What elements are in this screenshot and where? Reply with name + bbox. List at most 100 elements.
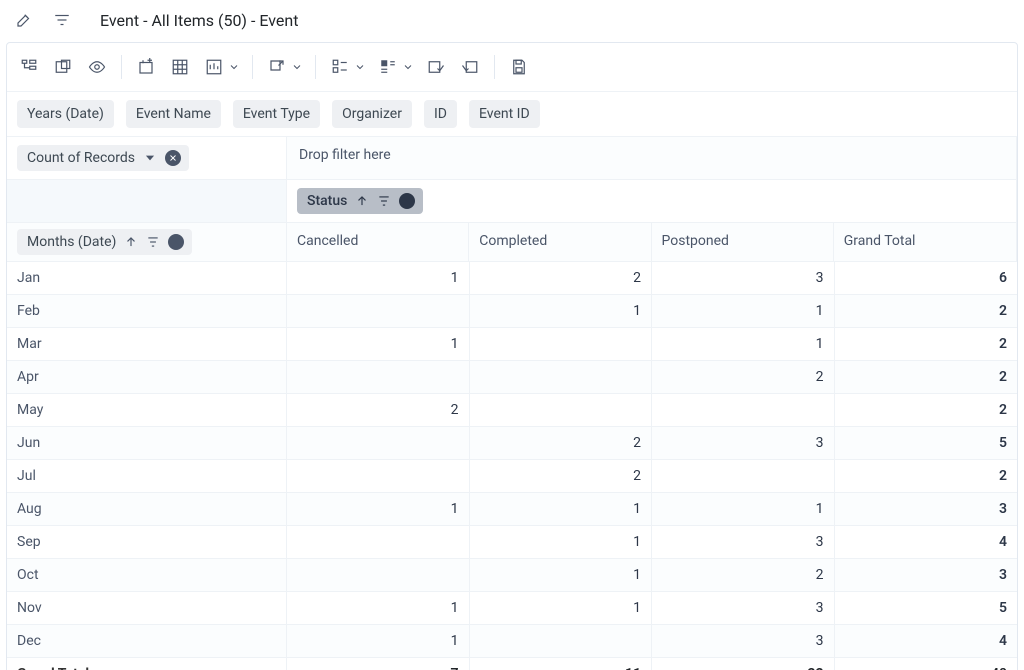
field-chip[interactable]: ID — [424, 100, 457, 128]
row-header[interactable]: Feb — [7, 295, 287, 327]
filter-drop-area[interactable]: Drop filter here — [287, 137, 1017, 180]
sort-asc-icon[interactable] — [355, 194, 369, 208]
chevron-down-icon[interactable] — [289, 59, 305, 75]
filter-icon[interactable] — [146, 235, 160, 249]
cell-value[interactable]: 2 — [835, 460, 1018, 492]
values-axis-chip[interactable]: Count of Records — [17, 145, 189, 171]
cell-value[interactable]: 5 — [835, 427, 1018, 459]
cell-value[interactable] — [287, 559, 470, 591]
row-header[interactable]: Jun — [7, 427, 287, 459]
cell-value[interactable]: 3 — [835, 493, 1018, 525]
row-header[interactable]: Nov — [7, 592, 287, 624]
grid-icon[interactable] — [166, 53, 194, 81]
cell-value[interactable] — [287, 427, 470, 459]
grandtotal-menu[interactable] — [374, 53, 416, 81]
cell-value[interactable]: 1 — [470, 295, 653, 327]
row-header[interactable]: Dec — [7, 625, 287, 657]
cell-value[interactable]: 2 — [835, 361, 1018, 393]
field-chip[interactable]: Event Name — [126, 100, 221, 128]
caret-down-icon[interactable] — [143, 151, 157, 165]
row-header[interactable]: Aug — [7, 493, 287, 525]
cell-value[interactable] — [287, 460, 470, 492]
row-header[interactable]: Jul — [7, 460, 287, 492]
cell-value[interactable]: 2 — [470, 262, 653, 294]
cell-value[interactable] — [287, 295, 470, 327]
cell-value[interactable]: 4 — [835, 625, 1018, 657]
cell-value[interactable]: 1 — [470, 559, 653, 591]
eye-icon[interactable] — [83, 53, 111, 81]
remove-icon[interactable] — [168, 234, 184, 250]
cell-value[interactable]: 2 — [470, 427, 653, 459]
cell-value[interactable]: 3 — [652, 592, 835, 624]
subtotal-menu[interactable] — [326, 53, 368, 81]
cell-value[interactable]: 1 — [470, 493, 653, 525]
field-chip[interactable]: Years (Date) — [17, 100, 114, 128]
cell-value[interactable]: 1 — [287, 592, 470, 624]
row-header[interactable]: Oct — [7, 559, 287, 591]
chevron-down-icon[interactable] — [352, 59, 368, 75]
cell-value[interactable]: 2 — [835, 394, 1018, 426]
row-header[interactable]: Apr — [7, 361, 287, 393]
cell-value[interactable]: 3 — [835, 559, 1018, 591]
cell-value[interactable] — [470, 394, 653, 426]
cell-value[interactable]: 2 — [835, 295, 1018, 327]
cell-value[interactable]: 1 — [287, 625, 470, 657]
cell-value[interactable] — [470, 361, 653, 393]
filter-icon[interactable] — [377, 194, 391, 208]
cell-value[interactable]: 3 — [652, 262, 835, 294]
cell-value[interactable]: 1 — [652, 328, 835, 360]
remove-icon[interactable] — [165, 150, 181, 166]
add-field-icon[interactable] — [132, 53, 160, 81]
cell-value[interactable]: 3 — [652, 427, 835, 459]
cell-value[interactable]: 1 — [652, 295, 835, 327]
column-header[interactable]: Cancelled — [287, 223, 469, 261]
chevron-down-icon[interactable] — [226, 59, 242, 75]
edit-icon[interactable] — [14, 10, 34, 30]
cell-value[interactable] — [287, 526, 470, 558]
cell-value[interactable]: 3 — [652, 625, 835, 657]
format-check-icon[interactable] — [422, 53, 450, 81]
chevron-down-icon[interactable] — [400, 59, 416, 75]
cell-value[interactable]: 5 — [835, 592, 1018, 624]
row-header[interactable]: Mar — [7, 328, 287, 360]
cell-value[interactable]: 1 — [652, 493, 835, 525]
cell-value[interactable] — [470, 328, 653, 360]
cell-value[interactable]: 2 — [470, 460, 653, 492]
cell-value[interactable]: 1 — [287, 493, 470, 525]
cell-value[interactable]: 2 — [652, 361, 835, 393]
field-chip[interactable]: Organizer — [332, 100, 412, 128]
cell-value[interactable]: 1 — [287, 328, 470, 360]
grandtotal-icon[interactable] — [374, 53, 402, 81]
subtotal-icon[interactable] — [326, 53, 354, 81]
column-header[interactable]: Postponed — [652, 223, 834, 261]
cell-value[interactable]: 4 — [835, 526, 1018, 558]
cell-value[interactable]: 3 — [652, 526, 835, 558]
cell-value[interactable] — [470, 625, 653, 657]
export-icon[interactable] — [263, 53, 291, 81]
cell-value[interactable] — [652, 394, 835, 426]
row-header[interactable]: Sep — [7, 526, 287, 558]
remove-icon[interactable] — [399, 193, 415, 209]
column-header[interactable]: Grand Total — [834, 223, 1016, 261]
cell-value[interactable]: 2 — [835, 328, 1018, 360]
cell-value[interactable]: 1 — [470, 592, 653, 624]
row-header[interactable]: Jan — [7, 262, 287, 294]
export-menu[interactable] — [263, 53, 305, 81]
cell-value[interactable] — [287, 361, 470, 393]
cell-value[interactable]: 1 — [470, 526, 653, 558]
field-chip[interactable]: Event Type — [233, 100, 320, 128]
save-icon[interactable] — [505, 53, 533, 81]
cell-value[interactable]: 1 — [287, 262, 470, 294]
cell-value[interactable]: 2 — [287, 394, 470, 426]
columns-axis-chip[interactable]: Status — [297, 188, 423, 214]
sort-asc-icon[interactable] — [124, 235, 138, 249]
cell-value[interactable]: 6 — [835, 262, 1018, 294]
chart-menu[interactable] — [200, 53, 242, 81]
cell-value[interactable]: 2 — [652, 559, 835, 591]
panel-toggle-icon[interactable] — [49, 53, 77, 81]
format-check-alt-icon[interactable] — [456, 53, 484, 81]
filter-lines-icon[interactable] — [52, 10, 72, 30]
cell-value[interactable] — [652, 460, 835, 492]
field-chip[interactable]: Event ID — [469, 100, 540, 128]
chart-icon[interactable] — [200, 53, 228, 81]
